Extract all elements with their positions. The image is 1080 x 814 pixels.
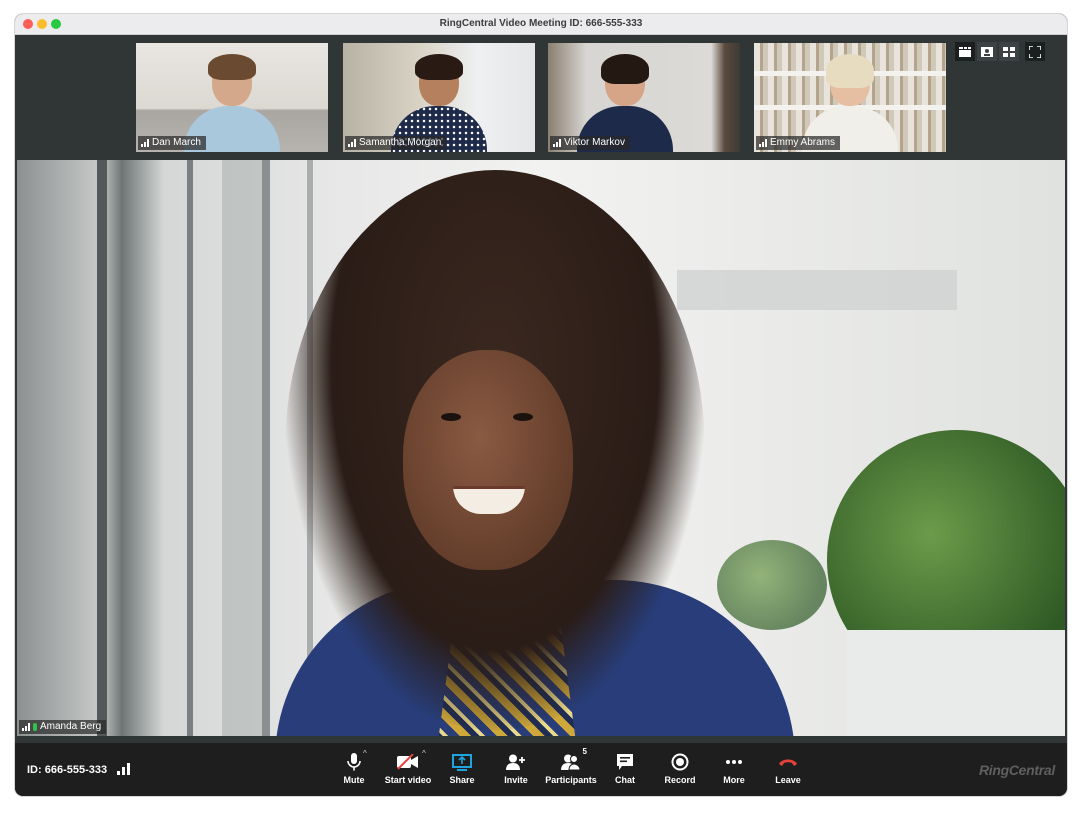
grid-view-button[interactable] [999,42,1019,61]
participant-tile-samantha-morgan[interactable]: Samantha Morgan [343,43,535,152]
active-speaker-name: Amanda Berg [40,721,102,732]
start-video-button[interactable]: ^ Start video [378,749,438,791]
participants-button[interactable]: 5 Participants [541,747,601,791]
view-layout-switcher [955,42,1019,61]
participant-name-tag: Samantha Morgan [345,136,447,150]
connection-signal-icon[interactable] [117,763,130,775]
ringcentral-logo: RingCentral [978,762,1055,778]
more-label: More [723,775,745,785]
signal-icon [348,139,356,147]
participant-name-tag: Viktor Markov [550,136,630,150]
leave-button[interactable]: Leave [758,751,818,791]
signal-icon [141,139,149,147]
participant-name-tag: Emmy Abrams [756,136,841,150]
speaking-mic-icon [33,723,37,731]
more-button[interactable]: More [704,751,764,791]
participant-name: Emmy Abrams [770,137,836,148]
video-stage: Dan March Samantha Morgan Viktor Markov … [15,35,1067,743]
add-user-icon [506,754,525,770]
active-speaker-name-tag: Amanda Berg [19,720,107,734]
signal-icon [553,139,561,147]
fullscreen-icon [1029,45,1041,58]
participant-name: Samantha Morgan [359,137,442,148]
gallery-strip-view-icon [959,46,971,57]
active-speaker-video[interactable]: Amanda Berg [17,160,1065,736]
title-bar: RingCentral Video Meeting ID: 666-555-33… [15,14,1067,35]
share-button[interactable]: Share [432,751,492,791]
microphone-icon [347,753,361,771]
video-options-caret[interactable]: ^ [422,749,426,758]
share-label: Share [449,775,475,785]
more-icon [726,760,742,764]
participant-name-tag: Dan March [138,136,206,150]
chat-button[interactable]: Chat [595,751,655,791]
speaker-face [403,350,573,570]
participant-tile-viktor-markov[interactable]: Viktor Markov [548,43,740,152]
participants-count-badge: 5 [582,747,587,756]
gallery-strip-view-button[interactable] [955,42,975,61]
signal-icon [22,723,30,731]
meeting-toolbar: ID: 666-555-333 ^ Mute ^ Start video Sha… [15,743,1067,796]
record-icon [671,753,689,771]
chat-label: Chat [615,775,635,785]
meeting-window: RingCentral Video Meeting ID: 666-555-33… [15,14,1067,796]
participant-tile-emmy-abrams[interactable]: Emmy Abrams [754,43,946,152]
participant-name: Viktor Markov [564,137,625,148]
fullscreen-button[interactable] [1025,42,1045,61]
chat-icon [617,754,633,770]
record-label: Record [664,775,696,785]
speaker-view-button[interactable] [977,42,997,61]
mute-button[interactable]: ^ Mute [324,749,384,791]
mute-label: Mute [343,775,365,785]
leave-label: Leave [775,775,801,785]
grid-view-icon [1003,46,1015,57]
record-button[interactable]: Record [650,751,710,791]
video-off-icon [397,754,418,770]
participants-label: Participants [545,775,597,785]
mute-options-caret[interactable]: ^ [363,749,367,758]
participants-icon [561,754,581,770]
leave-phone-icon [779,759,797,766]
signal-icon [759,139,767,147]
start-video-label: Start video [384,775,432,785]
speaker-view-icon [981,46,993,57]
window-title: RingCentral Video Meeting ID: 666-555-33… [439,18,643,29]
participant-name: Dan March [152,137,201,148]
participant-tile-dan-march[interactable]: Dan March [136,43,328,152]
meeting-id-label: ID: 666-555-333 [27,764,108,776]
invite-label: Invite [504,775,528,785]
invite-button[interactable]: Invite [486,751,546,791]
share-screen-icon [452,753,472,771]
